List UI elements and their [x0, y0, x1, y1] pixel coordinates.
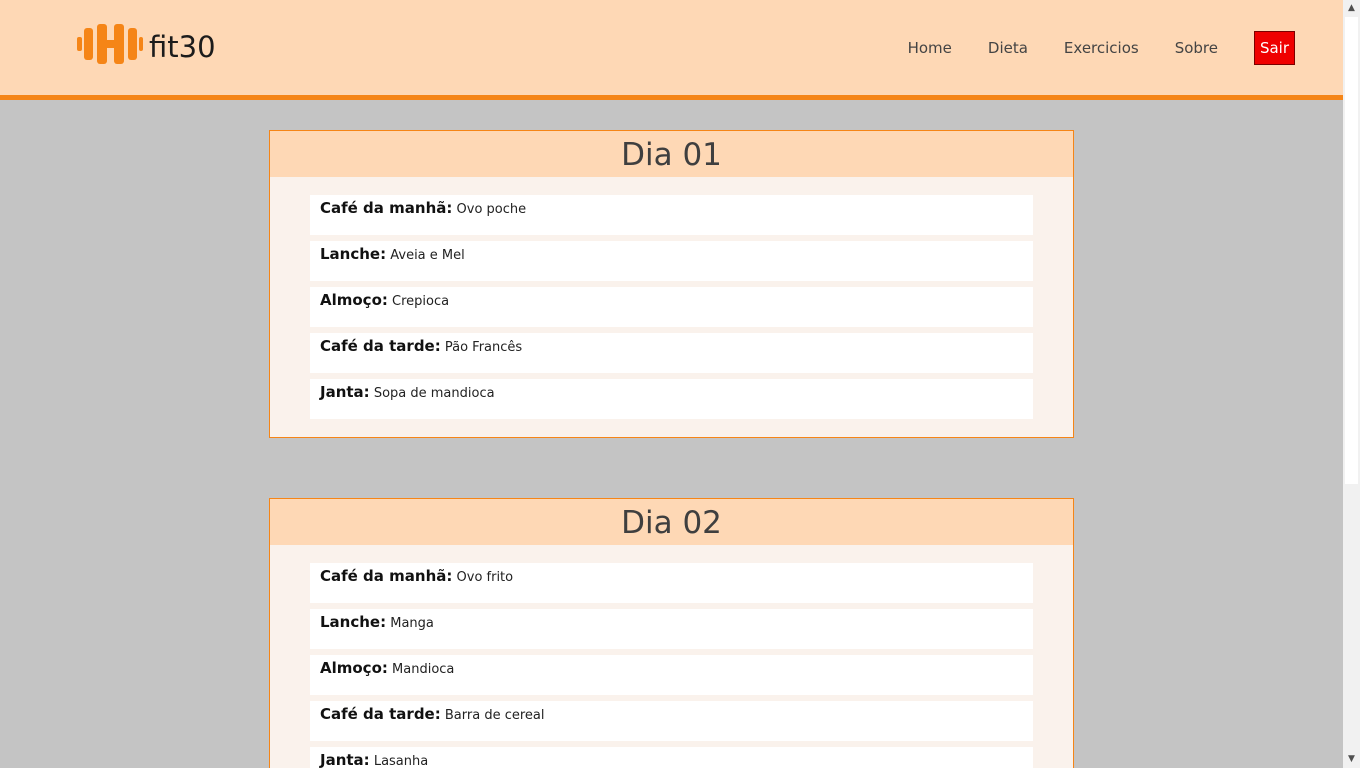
meal-item: Café da tarde: Barra de cereal [310, 701, 1033, 741]
meal-label: Lanche: [320, 245, 387, 263]
meal-label: Almoço: [320, 291, 388, 309]
meal-value: Lasanha [373, 754, 429, 768]
meal-label: Café da tarde: [320, 337, 441, 355]
meal-list: Café da manhã: Ovo frito Lanche: Manga A… [270, 545, 1073, 768]
meal-label: Café da manhã: [320, 199, 453, 217]
logout-button[interactable]: Sair [1254, 31, 1295, 65]
day-card: Dia 02 Café da manhã: Ovo frito Lanche: … [269, 498, 1074, 768]
meal-item: Café da tarde: Pão Francês [310, 333, 1033, 373]
site-header: fit30 Home Dieta Exercicios Sobre Sair [0, 0, 1343, 100]
meal-item: Janta: Sopa de mandioca [310, 379, 1033, 419]
nav-exercicios[interactable]: Exercicios [1064, 32, 1139, 65]
meal-value: Ovo frito [456, 570, 514, 585]
page-viewport: fit30 Home Dieta Exercicios Sobre Sair D… [0, 0, 1343, 768]
scrollbar-thumb[interactable] [1345, 17, 1358, 484]
meal-value: Sopa de mandioca [373, 386, 495, 401]
meal-value: Aveia e Mel [390, 248, 465, 263]
meal-label: Janta: [320, 383, 370, 401]
meal-label: Lanche: [320, 613, 387, 631]
nav-dieta[interactable]: Dieta [988, 32, 1028, 65]
dumbbell-icon [76, 24, 143, 64]
logo-text: fit30 [149, 30, 216, 64]
meal-value: Barra de cereal [444, 708, 545, 723]
meal-value: Manga [390, 616, 434, 631]
meal-value: Pão Francês [444, 340, 523, 355]
meal-item: Almoço: Crepioca [310, 287, 1033, 327]
meal-item: Café da manhã: Ovo frito [310, 563, 1033, 603]
scroll-down-icon[interactable]: ▼ [1343, 751, 1360, 768]
vertical-scrollbar[interactable]: ▲ ▼ [1343, 0, 1360, 768]
logo[interactable]: fit30 [76, 24, 216, 64]
meal-value: Crepioca [392, 294, 450, 309]
meal-item: Café da manhã: Ovo poche [310, 195, 1033, 235]
meal-list: Café da manhã: Ovo poche Lanche: Aveia e… [270, 177, 1073, 419]
scroll-up-icon[interactable]: ▲ [1343, 0, 1360, 17]
meal-value: Ovo poche [456, 202, 527, 217]
meal-label: Janta: [320, 751, 370, 768]
day-title: Dia 02 [270, 499, 1073, 545]
meal-item: Janta: Lasanha [310, 747, 1033, 768]
main-nav: Home Dieta Exercicios Sobre Sair [908, 31, 1295, 65]
meal-label: Café da tarde: [320, 705, 441, 723]
meal-item: Lanche: Manga [310, 609, 1033, 649]
day-card: Dia 01 Café da manhã: Ovo poche Lanche: … [269, 130, 1074, 438]
day-title: Dia 01 [270, 131, 1073, 177]
nav-sobre[interactable]: Sobre [1175, 32, 1218, 65]
meal-label: Almoço: [320, 659, 388, 677]
meal-value: Mandioca [392, 662, 455, 677]
meal-item: Lanche: Aveia e Mel [310, 241, 1033, 281]
meal-label: Café da manhã: [320, 567, 453, 585]
meal-item: Almoço: Mandioca [310, 655, 1033, 695]
nav-home[interactable]: Home [908, 32, 952, 65]
